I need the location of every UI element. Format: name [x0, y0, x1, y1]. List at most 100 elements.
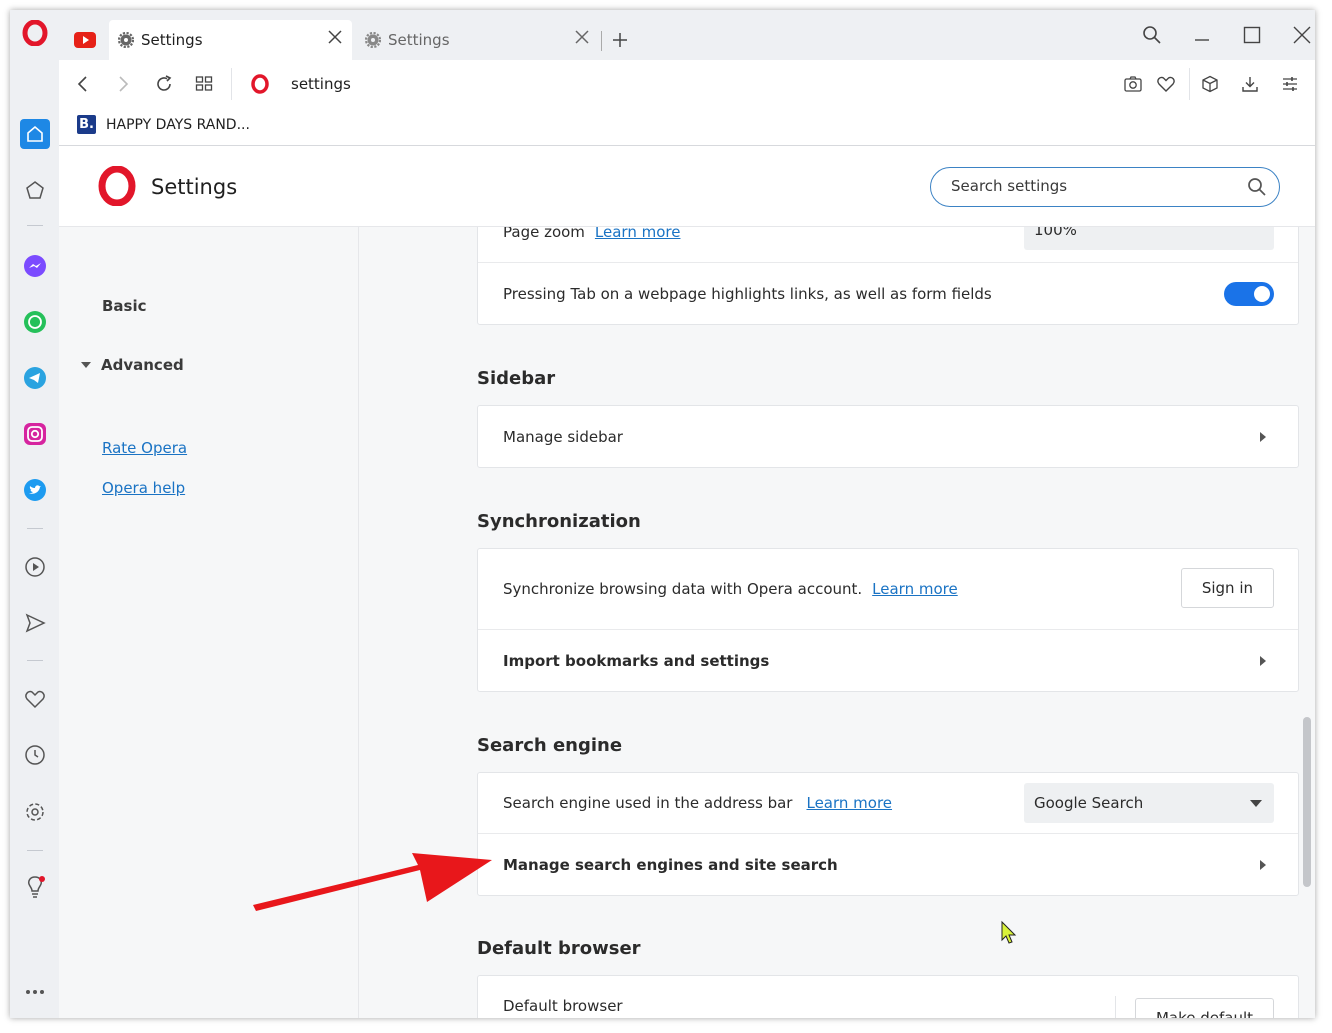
settings-icon[interactable]: [20, 797, 50, 827]
booking-icon: B.: [77, 115, 96, 134]
opera-menu-icon[interactable]: [20, 18, 50, 48]
tab-highlight-row: Pressing Tab on a webpage highlights lin…: [478, 263, 1298, 324]
search-engine-row: Search engine used in the address bar Le…: [478, 773, 1298, 834]
browser-sidebar: [10, 10, 59, 1018]
settings-nav: Basic Advanced Rate Opera Opera help: [59, 227, 359, 1018]
tab-title: Settings: [141, 31, 203, 49]
chevron-right-icon: [1260, 860, 1266, 870]
telegram-icon[interactable]: [20, 363, 50, 393]
manage-sidebar-label: Manage sidebar: [503, 427, 623, 446]
search-engine-label: Search engine used in the address bar: [503, 794, 793, 812]
sync-card: Synchronize browsing data with Opera acc…: [477, 548, 1299, 692]
sidebar-section-title: Sidebar: [477, 368, 556, 389]
search-engine-value: Google Search: [1034, 794, 1144, 812]
twitter-icon[interactable]: [20, 475, 50, 505]
sync-section-title: Synchronization: [477, 511, 641, 532]
page-title: Settings: [151, 175, 238, 199]
settings-header: Settings: [59, 147, 1315, 227]
search-engine-card: Search engine used in the address bar Le…: [477, 772, 1299, 896]
manage-search-engines-label: Manage search engines and site search: [503, 855, 838, 874]
scrollbar-thumb[interactable]: [1303, 717, 1311, 887]
youtube-pinned-tab[interactable]: [65, 20, 105, 60]
default-browser-label: Default browser: [503, 997, 623, 1015]
expand-triangle-icon: [81, 362, 91, 368]
accessibility-card: Page zoom Learn more 100% Pressing Tab o…: [477, 227, 1299, 325]
manage-search-engines-row[interactable]: Manage search engines and site search: [478, 834, 1298, 895]
nav-advanced-label: Advanced: [101, 356, 184, 374]
tab-settings-inactive[interactable]: Settings: [356, 20, 599, 60]
import-bookmarks-row[interactable]: Import bookmarks and settings: [478, 630, 1298, 691]
home-icon[interactable]: [20, 119, 50, 149]
gear-icon: [118, 32, 134, 48]
sync-label: Synchronize browsing data with Opera acc…: [503, 580, 863, 598]
tab-divider: [601, 31, 602, 51]
tips-lightbulb-icon[interactable]: [20, 872, 50, 902]
nav-basic[interactable]: Basic: [102, 297, 147, 315]
minimize-icon[interactable]: [1189, 22, 1215, 48]
maximize-icon[interactable]: [1239, 22, 1265, 48]
sync-row: Synchronize browsing data with Opera acc…: [478, 549, 1298, 630]
search-engine-select[interactable]: Google Search: [1024, 783, 1274, 823]
tab-highlight-toggle[interactable]: [1224, 282, 1274, 306]
close-tab-icon[interactable]: [328, 30, 342, 44]
easy-setup-icon[interactable]: [1276, 70, 1304, 98]
tab-strip: Settings Settings: [59, 10, 1315, 60]
search-engine-learn-more-link[interactable]: Learn more: [806, 794, 892, 812]
page-zoom-value: 100%: [1034, 227, 1077, 239]
search-settings-box[interactable]: [930, 167, 1280, 207]
page-zoom-learn-more[interactable]: Learn more: [595, 227, 681, 241]
whatsapp-icon[interactable]: [20, 307, 50, 337]
instagram-icon[interactable]: [20, 419, 50, 449]
youtube-icon: [74, 32, 96, 48]
forward-icon[interactable]: [109, 70, 137, 98]
tab-snapshot-grid-icon[interactable]: [190, 70, 218, 98]
reload-icon[interactable]: [150, 70, 178, 98]
toggle-knob: [1254, 286, 1270, 302]
extensions-cube-icon[interactable]: [1196, 70, 1224, 98]
player-icon[interactable]: [20, 552, 50, 582]
bookmark-heart-icon[interactable]: [1152, 70, 1180, 98]
close-tab-icon[interactable]: [575, 30, 589, 44]
page-zoom-select[interactable]: 100%: [1024, 227, 1274, 250]
default-browser-section-title: Default browser: [477, 938, 641, 959]
speed-dial-icon[interactable]: [20, 175, 50, 205]
snapshot-camera-icon[interactable]: [1119, 70, 1147, 98]
gear-icon: [365, 32, 381, 48]
nav-advanced[interactable]: Advanced: [81, 356, 184, 374]
tab-search-icon[interactable]: [1139, 22, 1165, 48]
messenger-icon[interactable]: [20, 251, 50, 281]
default-browser-card: Default browser Make default: [477, 975, 1299, 1018]
downloads-icon[interactable]: [1236, 70, 1264, 98]
url-field[interactable]: settings: [291, 75, 351, 93]
page-zoom-label: Page zoom: [503, 227, 585, 241]
dropdown-caret-icon: [1250, 800, 1262, 807]
new-tab-icon[interactable]: [607, 27, 633, 53]
search-engine-section-title: Search engine: [477, 735, 623, 756]
heart-icon[interactable]: [20, 684, 50, 714]
back-icon[interactable]: [69, 70, 97, 98]
search-settings-input[interactable]: [951, 177, 1231, 195]
chevron-right-icon: [1260, 432, 1266, 442]
bookmarks-bar: B. HAPPY DAYS RAND...: [59, 108, 1315, 146]
import-bookmarks-label: Import bookmarks and settings: [503, 651, 770, 670]
search-icon[interactable]: [1247, 177, 1267, 201]
chevron-right-icon: [1260, 656, 1266, 666]
make-default-button[interactable]: Make default: [1134, 998, 1274, 1018]
send-icon[interactable]: [20, 608, 50, 638]
history-icon[interactable]: [20, 740, 50, 770]
rate-opera-link[interactable]: Rate Opera: [102, 439, 187, 457]
tab-settings-active[interactable]: Settings: [109, 20, 352, 60]
default-browser-row: Default browser Make default: [478, 976, 1298, 1018]
tab-highlight-label: Pressing Tab on a webpage highlights lin…: [503, 284, 992, 303]
more-options-icon[interactable]: [20, 977, 50, 1007]
opera-logo-icon: [97, 165, 137, 210]
bookmark-item[interactable]: B. HAPPY DAYS RAND...: [77, 115, 250, 134]
manage-sidebar-row[interactable]: Manage sidebar: [478, 406, 1298, 467]
sign-in-button[interactable]: Sign in: [1180, 568, 1274, 608]
close-window-icon[interactable]: [1289, 22, 1315, 48]
address-bar: settings: [59, 60, 1315, 108]
sync-learn-more-link[interactable]: Learn more: [872, 580, 958, 598]
opera-help-link[interactable]: Opera help: [102, 479, 185, 497]
row-divider: [1115, 996, 1116, 1018]
tab-title: Settings: [388, 31, 450, 49]
